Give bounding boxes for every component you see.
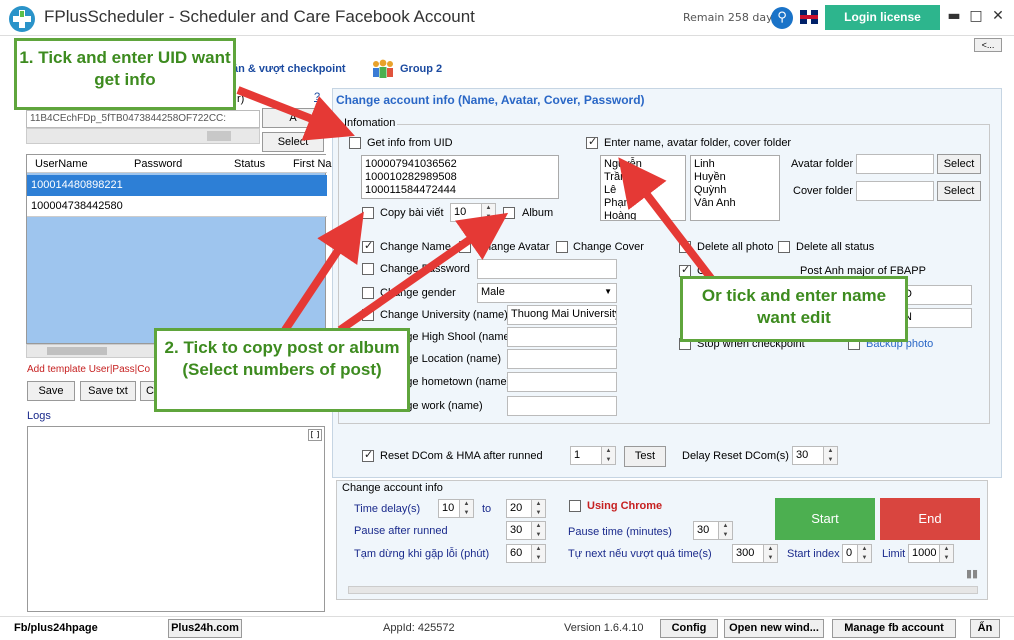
arrow-1 [236, 86, 355, 141]
arrow-2b [337, 212, 509, 334]
arrow-2a [281, 211, 364, 333]
callout-2: 2. Tick to copy post or album (Select nu… [154, 328, 410, 412]
callout-3: Or tick and enter name want edit [680, 276, 908, 342]
arrow-3 [618, 157, 724, 293]
callout-1: 1. Tick and enter UID want get info [14, 38, 236, 110]
